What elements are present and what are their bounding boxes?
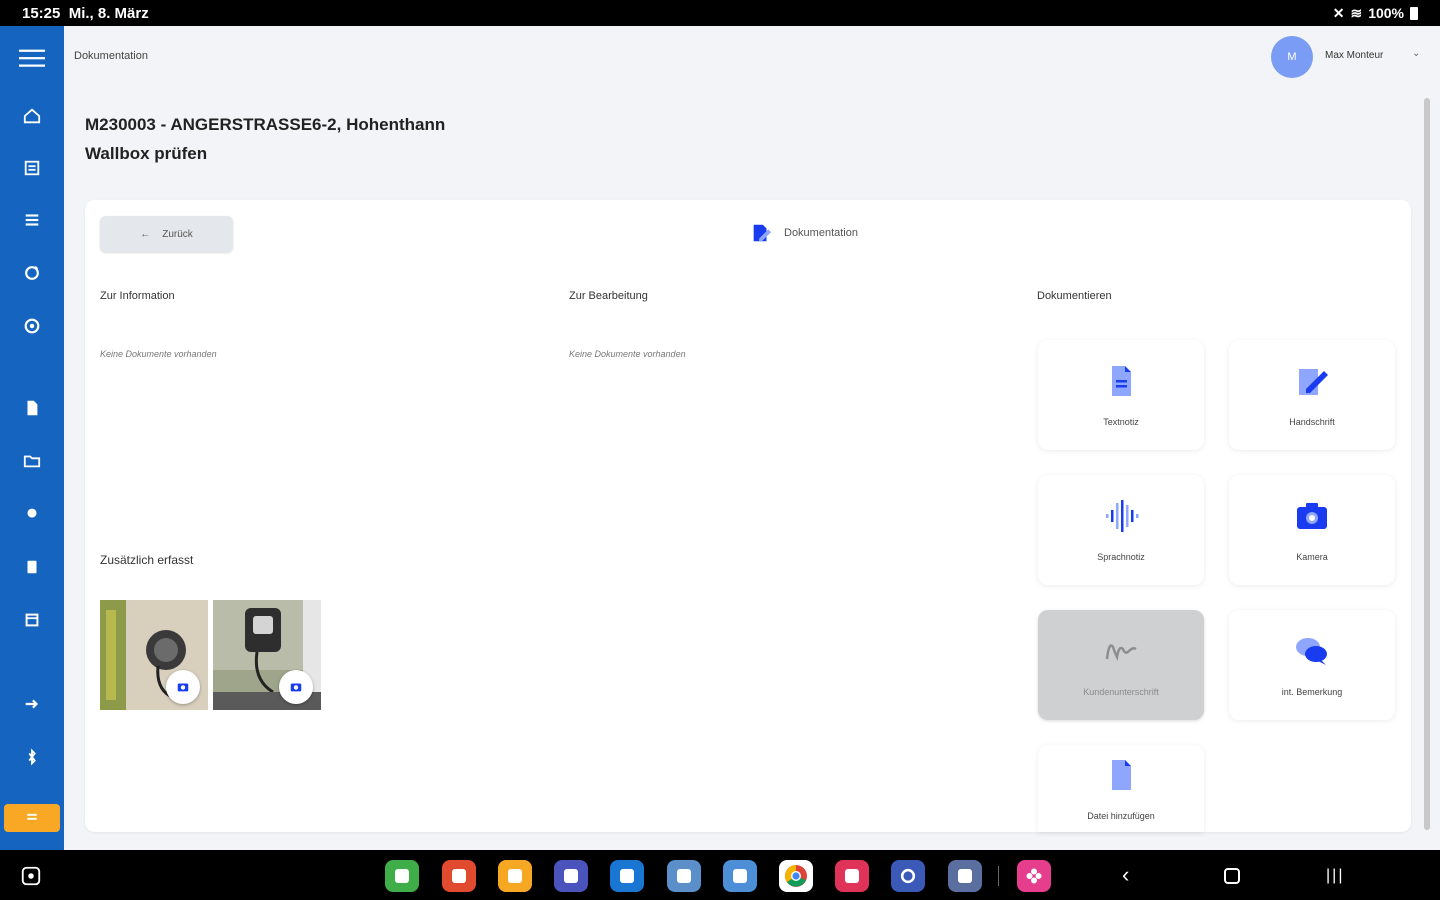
- logout-icon[interactable]: [0, 684, 64, 724]
- calendar-icon[interactable]: [0, 600, 64, 640]
- android-taskbar: ‹ |||: [0, 850, 1440, 900]
- teams-app-icon[interactable]: [554, 860, 588, 892]
- taskbar-divider: [998, 866, 999, 886]
- voice-note-tile[interactable]: Sprachnotiz: [1038, 475, 1204, 585]
- column-capture-heading: Dokumentieren: [1037, 290, 1112, 302]
- empty-info-text: Keine Dokumente vorhanden: [100, 349, 217, 359]
- breadcrumb: Dokumentation: [74, 50, 148, 62]
- system-status-bar: 15:25 Mi., 8. März ✕ ≋ 100%: [0, 0, 1440, 26]
- sync-icon[interactable]: [0, 253, 64, 293]
- documentation-heading: Dokumentation: [750, 222, 858, 244]
- nav-home-icon[interactable]: [1224, 868, 1240, 884]
- page-subtitle: Wallbox prüfen: [85, 144, 208, 163]
- column-edit-heading: Zur Bearbeitung: [569, 290, 648, 302]
- signature-icon: [1105, 644, 1137, 661]
- screenshot-icon[interactable]: [14, 860, 48, 892]
- column-info-heading: Zur Information: [100, 290, 175, 302]
- location-icon[interactable]: [0, 494, 64, 534]
- gallery-app-icon[interactable]: [835, 860, 869, 892]
- chevron-down-icon[interactable]: ⌄: [1412, 48, 1420, 59]
- remark-label: int. Bemerkung: [1281, 687, 1343, 697]
- signature-tile[interactable]: Kundenunterschrift: [1038, 610, 1204, 720]
- folder-icon[interactable]: [0, 441, 64, 481]
- signature-label: Kundenunterschrift: [1083, 687, 1159, 697]
- avatar[interactable]: M: [1271, 36, 1313, 78]
- bluetooth-icon[interactable]: [0, 737, 64, 777]
- camera-icon: [279, 670, 313, 704]
- document-icon[interactable]: [0, 388, 64, 428]
- files-app-icon[interactable]: [498, 860, 532, 892]
- status-indicators: ✕ ≋ 100%: [1333, 5, 1418, 22]
- camera-icon: [1297, 503, 1327, 529]
- back-button-label: Zurück: [162, 228, 193, 240]
- additional-heading: Zusätzlich erfasst: [100, 553, 194, 567]
- wifi-icon: ≋: [1350, 4, 1363, 21]
- settings-app-icon[interactable]: [891, 860, 925, 892]
- text-note-icon: [1112, 366, 1131, 396]
- camera-label: Kamera: [1296, 552, 1328, 562]
- sidebar: [0, 26, 64, 850]
- photo-thumbnail[interactable]: [213, 600, 321, 710]
- status-time: 15:25: [22, 4, 61, 22]
- status-date: Mi., 8. März: [68, 4, 149, 22]
- handwriting-label: Handschrift: [1289, 417, 1335, 427]
- nav-back-icon[interactable]: ‹: [1122, 862, 1129, 888]
- back-button[interactable]: ← Zurück: [100, 216, 233, 252]
- app-header: Dokumentation M Max Monteur ⌄: [64, 26, 1440, 90]
- arrow-left-icon: ←: [140, 228, 151, 240]
- notes-icon[interactable]: [4, 804, 60, 832]
- settings-icon[interactable]: [0, 306, 64, 346]
- checklist-icon[interactable]: [0, 200, 64, 240]
- camera-tile[interactable]: Kamera: [1229, 475, 1395, 585]
- browser-app-icon[interactable]: [667, 860, 701, 892]
- battery-icon: [1410, 6, 1418, 20]
- chrome-app-icon[interactable]: [779, 860, 813, 892]
- list-icon[interactable]: [0, 148, 64, 188]
- photo-thumbnail[interactable]: [100, 600, 208, 710]
- job-title-block: M230003 - ANGERSTRASSE6-2, Hohenthann Wa…: [85, 110, 445, 168]
- add-file-icon: [1112, 759, 1131, 790]
- text-note-label: Textnotiz: [1103, 417, 1139, 427]
- camera-icon: [166, 670, 200, 704]
- outlook-app-icon[interactable]: [610, 860, 644, 892]
- apps-grid-icon[interactable]: [385, 860, 419, 892]
- add-file-label: Datei hinzufügen: [1087, 810, 1155, 821]
- voice-wave-icon: [1106, 500, 1139, 532]
- add-file-tile[interactable]: Datei hinzufügen: [1038, 745, 1204, 832]
- remark-tile[interactable]: int. Bemerkung: [1229, 610, 1395, 720]
- flower-app-icon[interactable]: [1017, 860, 1051, 892]
- user-name[interactable]: Max Monteur: [1325, 50, 1383, 61]
- mute-icon: ✕: [1332, 4, 1345, 21]
- nav-recents-icon[interactable]: |||: [1326, 863, 1344, 889]
- battery-level: 100%: [1368, 5, 1404, 21]
- home-icon[interactable]: [0, 96, 64, 136]
- status-time-date: 15:25 Mi., 8. März: [22, 5, 149, 22]
- voice-note-label: Sprachnotiz: [1097, 552, 1145, 562]
- clipboard-icon[interactable]: [0, 547, 64, 587]
- app-drawer-icon[interactable]: [948, 860, 982, 892]
- menu-icon[interactable]: [0, 38, 64, 78]
- documentation-card: ← Zurück Dokumentation Zur Information Z…: [85, 200, 1411, 832]
- text-note-tile[interactable]: Textnotiz: [1038, 340, 1204, 450]
- notes-app-icon[interactable]: [442, 860, 476, 892]
- scrollbar[interactable]: [1424, 98, 1430, 830]
- handwriting-tile[interactable]: Handschrift: [1229, 340, 1395, 450]
- maps-app-icon[interactable]: [723, 860, 757, 892]
- chat-bubbles-icon: [1296, 638, 1327, 665]
- page-title: M230003 - ANGERSTRASSE6-2, Hohenthann: [85, 115, 446, 134]
- empty-edit-text: Keine Dokumente vorhanden: [569, 349, 686, 359]
- doc-title-label: Dokumentation: [784, 227, 858, 239]
- handwriting-icon: [1299, 369, 1328, 395]
- document-edit-icon: [753, 224, 772, 242]
